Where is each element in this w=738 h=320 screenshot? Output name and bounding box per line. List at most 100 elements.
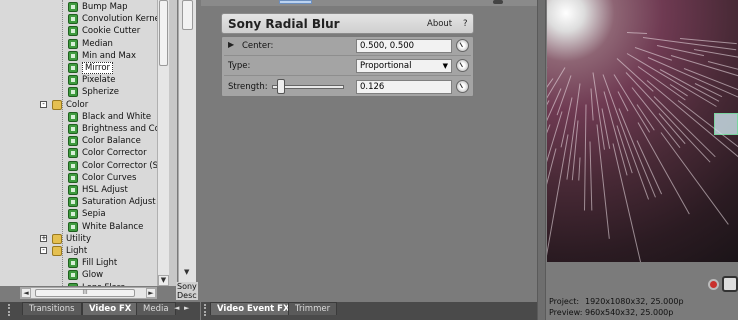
blur-streak [589,141,593,211]
preview-value: 960x540x32, 25.000p [585,308,674,317]
preview-control-button[interactable] [722,276,738,292]
tree-item[interactable]: Black and White [82,111,151,123]
tab-video-fx[interactable]: Video FX [82,302,139,315]
tree-item[interactable]: White Balance [82,221,143,233]
tree-item-label: Utility [66,233,92,244]
tree-item[interactable]: Glow [82,269,103,281]
chain-button-icon[interactable] [493,0,503,4]
strength-slider-handle[interactable] [277,79,285,94]
fx-plugin-icon [68,221,78,232]
tab-media[interactable]: Media [136,302,176,315]
tab-bar-handle[interactable] [8,304,16,316]
blur-streak [583,104,587,211]
type-keyframe-icon[interactable] [456,59,469,72]
fx-plugin-icon [68,209,78,220]
blur-streak [590,88,594,121]
param-label-type: Type: [228,61,251,71]
description-line-2: Desc [177,291,197,300]
fx-parameter-card: Sony Radial Blur About ? ▶ Center: 0.500… [221,13,474,97]
video-preview [547,0,738,262]
fx-params-box: ▶ Center: 0.500, 0.500 Type: Proportiona… [221,36,474,97]
fx-plugin-icon [68,185,78,195]
tree-item[interactable]: Mirror [82,62,114,74]
tree-scroll-down-button[interactable]: ▼ [158,275,169,286]
fx-plugin-icon [68,282,78,286]
tree-item[interactable]: Color Curves [82,172,136,184]
tree-folder[interactable]: Color [66,99,88,111]
dropdown-arrow-icon[interactable]: ▼ [443,60,448,72]
tree-item[interactable]: Color Corrector (Sec [82,160,159,172]
tree-item-label: Fill Light [82,258,118,269]
tab-scroll-right-icon[interactable]: ► [184,304,189,312]
fx-plugin-icon [68,124,78,134]
tree-scroll-thumb[interactable] [159,0,168,66]
record-icon[interactable] [708,279,719,290]
tree-item[interactable]: Sepia [82,208,106,220]
fx-plugin-icon [68,172,78,183]
tree-item[interactable]: Bump Map [82,1,128,13]
type-dropdown[interactable]: Proportional ▼ [356,59,452,73]
blur-streak [547,124,551,198]
fx-plugin-icon [68,63,78,73]
description-scrollbar[interactable]: ▼ [178,0,196,282]
scroll-left-button[interactable]: ◄ [21,288,31,298]
tree-item[interactable]: Brightness and Contr [82,123,160,135]
strength-keyframe-icon[interactable] [456,80,469,93]
tree-item-label: Black and White [82,111,152,122]
tree-folder[interactable]: Light [66,245,87,257]
tree-item-label: Glow [82,270,104,281]
param-label-strength: Strength: [228,82,268,92]
type-dropdown-value: Proportional [360,61,412,71]
tab-transitions[interactable]: Transitions [22,302,82,315]
blur-streak [547,134,569,262]
tree-item-label: Convolution Kernel [82,14,160,25]
folder-icon [52,246,62,256]
description-scroll-down-arrow[interactable]: ▼ [184,268,189,276]
tree-item-label: Color Curves [82,172,137,183]
tree-item[interactable]: Pixelate [82,74,115,86]
tab-scroll-left-icon[interactable]: ◄ [174,304,179,312]
tree-horizontal-scrollbar[interactable]: ◄ III ► [20,287,157,299]
strength-value-field[interactable]: 0.126 [356,80,452,94]
tree-item[interactable]: Saturation Adjust [82,196,156,208]
tree-item-label: Bump Map [82,2,128,12]
tree-toggle-collapse-icon[interactable]: - [40,247,47,254]
tree-item-label: Brightness and Contr [82,124,160,134]
tree-item[interactable]: Color Corrector [82,147,147,159]
tree-item[interactable]: Lens Flare [82,282,125,286]
tree-item[interactable]: Cookie Cutter [82,25,140,37]
description-scroll-thumb[interactable] [182,0,193,30]
tree-item-label: Saturation Adjust [82,197,156,208]
fx-chain-highlight[interactable] [279,0,312,4]
tab-trimmer[interactable]: Trimmer [288,302,338,315]
tree-toggle-expand-icon[interactable]: + [40,234,47,242]
tree-item[interactable]: Min and Max [82,50,136,62]
tree-folder[interactable]: Utility [66,233,91,245]
tab-video-event-fx[interactable]: Video Event FX [210,302,297,315]
tree-item[interactable]: Spherize [82,86,119,98]
tree-item[interactable]: HSL Adjust [82,184,128,196]
scroll-right-button[interactable]: ► [146,288,156,298]
blur-streak [618,107,656,198]
tree-toggle-collapse-icon[interactable]: - [40,100,47,108]
fx-plugin-icon [68,160,78,171]
fx-plugin-icon [68,2,78,12]
expand-center-icon[interactable]: ▶ [228,40,234,49]
tree-item[interactable]: Median [82,38,113,50]
tree-hscroll-thumb[interactable]: III [35,289,135,297]
tree-item[interactable]: Fill Light [82,257,117,269]
tree-item-label: Pixelate [82,75,116,86]
center-keyframe-icon[interactable] [456,39,469,52]
center-value-field[interactable]: 0.500, 0.500 [356,39,452,53]
project-value: 1920x1080x32, 25.000p [585,297,684,306]
tree-vertical-scrollbar[interactable]: ▼ [157,0,169,286]
tree-item[interactable]: Color Balance [82,135,141,147]
fx-plugin-icon [68,111,78,122]
fx-title-bar: Sony Radial Blur About ? [221,13,474,34]
folder-icon [52,99,62,110]
help-button[interactable]: ? [463,19,468,29]
tree-item-label: Mirror [82,62,114,74]
middle-right-divider[interactable] [537,0,546,320]
about-button[interactable]: About [427,19,452,29]
tree-item[interactable]: Convolution Kernel [82,13,160,25]
